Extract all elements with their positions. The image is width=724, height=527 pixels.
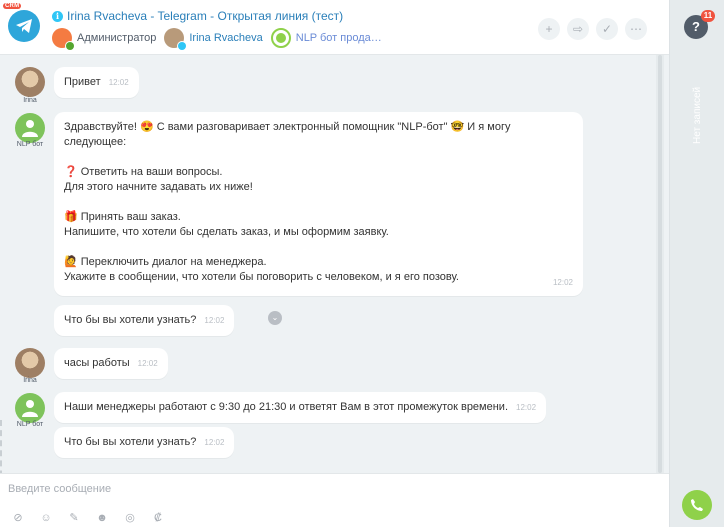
author-name: Irina [23, 97, 37, 104]
participant-nlp-bot[interactable]: NLP бот прода… [296, 32, 382, 44]
irina-avatar[interactable] [164, 28, 188, 51]
notification-badge: 11 [701, 10, 715, 22]
message-line: ❓ Ответить на ваши вопросы. [64, 166, 223, 178]
more-icon[interactable]: ⋯ [625, 18, 647, 40]
message-line: Для этого начните задавать их ниже! [64, 181, 253, 193]
message-bubble: часы работы 12:02 [54, 348, 168, 379]
done-icon[interactable]: ✓ [596, 18, 618, 40]
info-icon[interactable]: i [52, 10, 63, 22]
forward-icon[interactable]: ⇨ [567, 18, 589, 40]
message-text: часы работы [64, 357, 130, 369]
message-line: Здравствуйте! 😍 С вами разговаривает эле… [64, 121, 511, 133]
hide-icon[interactable]: ◎ [124, 512, 136, 524]
message-list[interactable]: Irina Привет 12:02 NLP бот Здравствуйте! … [0, 55, 669, 473]
message-text: Что бы вы хотели узнать? [64, 436, 197, 448]
message-text: Что бы вы хотели узнать? [64, 314, 197, 326]
avatar[interactable] [15, 348, 45, 378]
message-bubble: Что бы вы хотели узнать? 12:02 [54, 305, 235, 336]
phone-icon[interactable] [682, 490, 712, 520]
user-icon[interactable]: ☺ [40, 512, 52, 524]
message-bubble: Что бы вы хотели узнать? 12:02 [54, 427, 235, 458]
participant-admin[interactable]: Администратор [77, 32, 156, 44]
currency-icon[interactable]: ₡ [152, 512, 164, 524]
message-time: 12:02 [204, 316, 225, 325]
message-line: 🎁 Принять ваш заказ. [64, 211, 181, 223]
nlp-bot-avatar[interactable] [270, 28, 291, 48]
message-line: 🙋 Переключить диалог на менеджера. [64, 256, 267, 268]
empty-list-label: Нет записей [692, 86, 703, 144]
avatar[interactable] [15, 113, 45, 143]
author-name: NLP бот [16, 421, 44, 428]
smile-icon[interactable]: ☻ [96, 512, 108, 524]
message-text: Наши менеджеры работают с 9:30 до 21:30 … [64, 401, 509, 413]
message-input[interactable] [8, 479, 648, 499]
message-bubble: Наши менеджеры работают с 9:30 до 21:30 … [54, 392, 547, 423]
composer: ⊘ ☺ ✎ ☻ ◎ ₡ [0, 473, 669, 527]
avatar[interactable] [15, 67, 45, 97]
message-time: 12:02 [516, 403, 537, 412]
chat-title[interactable]: Irina Rvacheva - Telegram - Открытая лин… [67, 9, 343, 23]
avatar[interactable] [15, 393, 45, 423]
admin-avatar[interactable] [52, 28, 75, 51]
message-time: 12:02 [137, 359, 158, 368]
telegram-icon [8, 10, 40, 42]
chevron-down-icon[interactable]: ⌄ [268, 311, 282, 325]
scrollbar-thumb[interactable] [658, 55, 662, 473]
message-time: 12:02 [108, 78, 129, 87]
composer-tools: ⊘ ☺ ✎ ☻ ◎ ₡ [12, 512, 180, 524]
message-time: 12:02 [204, 438, 225, 447]
message-line: Напишите, что хотели бы сделать заказ, и… [64, 226, 389, 238]
message-line: следующее: [64, 136, 127, 148]
participant-irina[interactable]: Irina Rvacheva [189, 32, 262, 44]
message-time: 12:02 [552, 278, 573, 287]
right-sidebar: ? 11 Нет записей [669, 0, 724, 527]
add-icon[interactable]: + [538, 18, 560, 40]
message-line: Укажите в сообщении, что хотели бы погов… [64, 271, 459, 283]
title-row: i Irina Rvacheva - Telegram - Открытая л… [52, 9, 343, 23]
message-text: Привет [64, 76, 101, 88]
attach-icon[interactable]: ⊘ [12, 512, 24, 524]
chat-header: CRM i Irina Rvacheva - Telegram - Открыт… [0, 0, 669, 55]
participants-row: Администратор Irina Rvacheva NLP бот про… [52, 28, 390, 51]
message-bubble: Привет 12:02 [54, 67, 139, 98]
crm-badge: CRM [3, 3, 22, 9]
message-bubble: Здравствуйте! 😍 С вами разговаривает эле… [54, 112, 583, 296]
edit-icon[interactable]: ✎ [68, 512, 80, 524]
author-name: NLP бот [16, 141, 44, 148]
author-name: Irina [23, 377, 37, 384]
